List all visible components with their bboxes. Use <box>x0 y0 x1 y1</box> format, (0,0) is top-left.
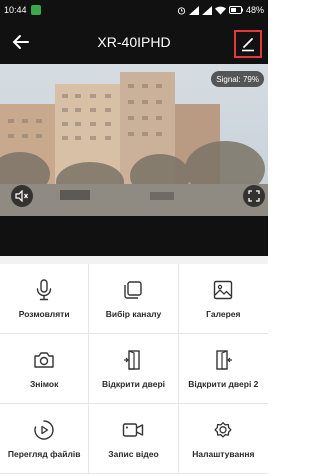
gallery-button[interactable]: Галерея <box>178 264 268 334</box>
open-door-label: Відкрити двері <box>101 378 166 389</box>
signal-icon-2 <box>201 5 212 15</box>
open-door-button[interactable]: Відкрити двері <box>89 334 179 404</box>
pencil-icon <box>242 38 254 52</box>
microphone-icon <box>33 278 55 301</box>
status-bar: 10:44 48% <box>0 0 268 20</box>
battery-level: 48% <box>245 5 264 15</box>
notification-icon <box>30 5 41 15</box>
view-files-button[interactable]: Перегляд файлів <box>0 404 90 474</box>
alarm-icon <box>177 6 186 15</box>
snapshot-label: Знімок <box>29 378 59 389</box>
status-icons: 48% <box>177 5 264 15</box>
speaker-mute-icon <box>15 190 28 202</box>
settings-button[interactable]: Налаштування <box>178 404 268 474</box>
edit-button[interactable] <box>234 30 262 58</box>
settings-icon <box>212 419 234 441</box>
signal-icon <box>188 5 199 15</box>
fullscreen-icon <box>248 190 260 202</box>
divider <box>0 256 268 264</box>
snapshot-button[interactable]: Знімок <box>0 334 90 404</box>
record-video-label: Запис відео <box>108 448 159 459</box>
playback-icon <box>33 419 55 441</box>
talk-label: Розмовляти <box>18 308 70 319</box>
channel-select-button[interactable]: Вибір каналу <box>89 264 179 334</box>
open-door-2-label: Відкрити двері 2 <box>188 378 259 389</box>
door-open-icon <box>122 349 144 371</box>
gallery-label: Галерея <box>206 308 241 319</box>
channel-select-icon <box>122 279 144 301</box>
app-bar: XR-40IPHD <box>0 20 268 64</box>
door-open-2-icon <box>212 349 234 371</box>
battery-icon <box>228 6 243 14</box>
settings-label: Налаштування <box>192 448 255 459</box>
camera-icon <box>33 349 55 371</box>
page-title: XR-40IPHD <box>97 34 171 50</box>
view-files-label: Перегляд файлів <box>7 448 81 459</box>
status-time: 10:44 <box>4 5 27 15</box>
channel-select-label: Вибір каналу <box>105 308 162 319</box>
wifi-icon <box>214 6 226 15</box>
open-door-2-button[interactable]: Відкрити двері 2 <box>178 334 268 404</box>
fullscreen-button[interactable] <box>243 185 265 207</box>
video-record-icon <box>122 419 144 441</box>
talk-button[interactable]: Розмовляти <box>0 264 90 334</box>
mute-button[interactable] <box>11 185 33 207</box>
action-grid: Розмовляти Вибір каналу Галерея Знімок В… <box>0 264 268 474</box>
video-bottom-bar <box>0 216 268 256</box>
gallery-icon <box>212 279 234 301</box>
video-feed[interactable]: Signal: 79% <box>0 64 268 216</box>
signal-strength-badge: Signal: 79% <box>211 71 264 87</box>
record-video-button[interactable]: Запис відео <box>89 404 179 474</box>
